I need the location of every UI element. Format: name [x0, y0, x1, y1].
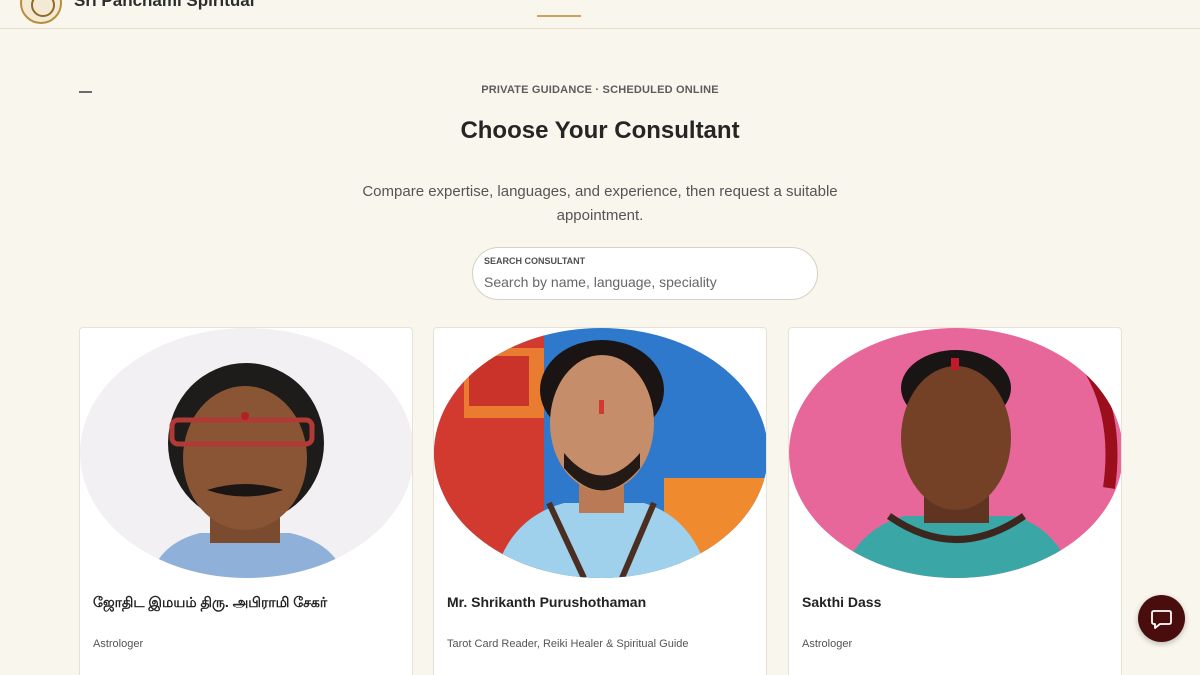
temple-emblem-icon[interactable]	[20, 0, 62, 24]
consultant-role: Astrologer	[802, 638, 853, 650]
chat-button[interactable]	[1138, 595, 1185, 642]
chat-bubble-icon	[1151, 610, 1172, 629]
consultant-photo[interactable]	[434, 328, 766, 578]
consultant-card[interactable]: Sakthi Dass Astrologer	[788, 327, 1122, 675]
page-subtitle: Compare expertise, languages, and experi…	[362, 183, 838, 224]
search-label: SEARCH CONSULTANT	[484, 256, 586, 266]
consultant-photo[interactable]	[80, 328, 412, 578]
consultant-card[interactable]: Mr. Shrikanth Purushothaman Tarot Card R…	[433, 327, 767, 675]
active-nav-indicator	[537, 15, 581, 17]
top-navigation-bar: Sri Panchami Spiritual	[0, 0, 1200, 29]
hero-eyebrow: PRIVATE GUIDANCE · SCHEDULED ONLINE	[481, 84, 719, 96]
consultant-role: Tarot Card Reader, Reiki Healer & Spirit…	[447, 638, 689, 650]
consultant-name[interactable]: Mr. Shrikanth Purushothaman	[447, 594, 646, 610]
search-input[interactable]	[484, 272, 804, 292]
consultant-role: Astrologer	[93, 638, 144, 650]
consultant-name[interactable]: Sakthi Dass	[802, 594, 881, 610]
search-consultant-box[interactable]: SEARCH CONSULTANT	[472, 247, 818, 300]
consultant-name[interactable]: ஜோதிட இமயம் திரு. அபிராமி சேகர்	[93, 594, 327, 613]
consultant-portrait-image	[434, 328, 766, 578]
page-title: Choose Your Consultant	[460, 117, 740, 144]
consultant-portrait-image	[789, 328, 1121, 578]
consultant-photo[interactable]	[789, 328, 1121, 578]
consultant-portrait-image	[80, 328, 412, 578]
consultant-card[interactable]: ஜோதிட இமயம் திரு. அபிராமி சேகர் Astrolog…	[79, 327, 413, 675]
brand-name[interactable]: Sri Panchami Spiritual	[74, 0, 254, 11]
